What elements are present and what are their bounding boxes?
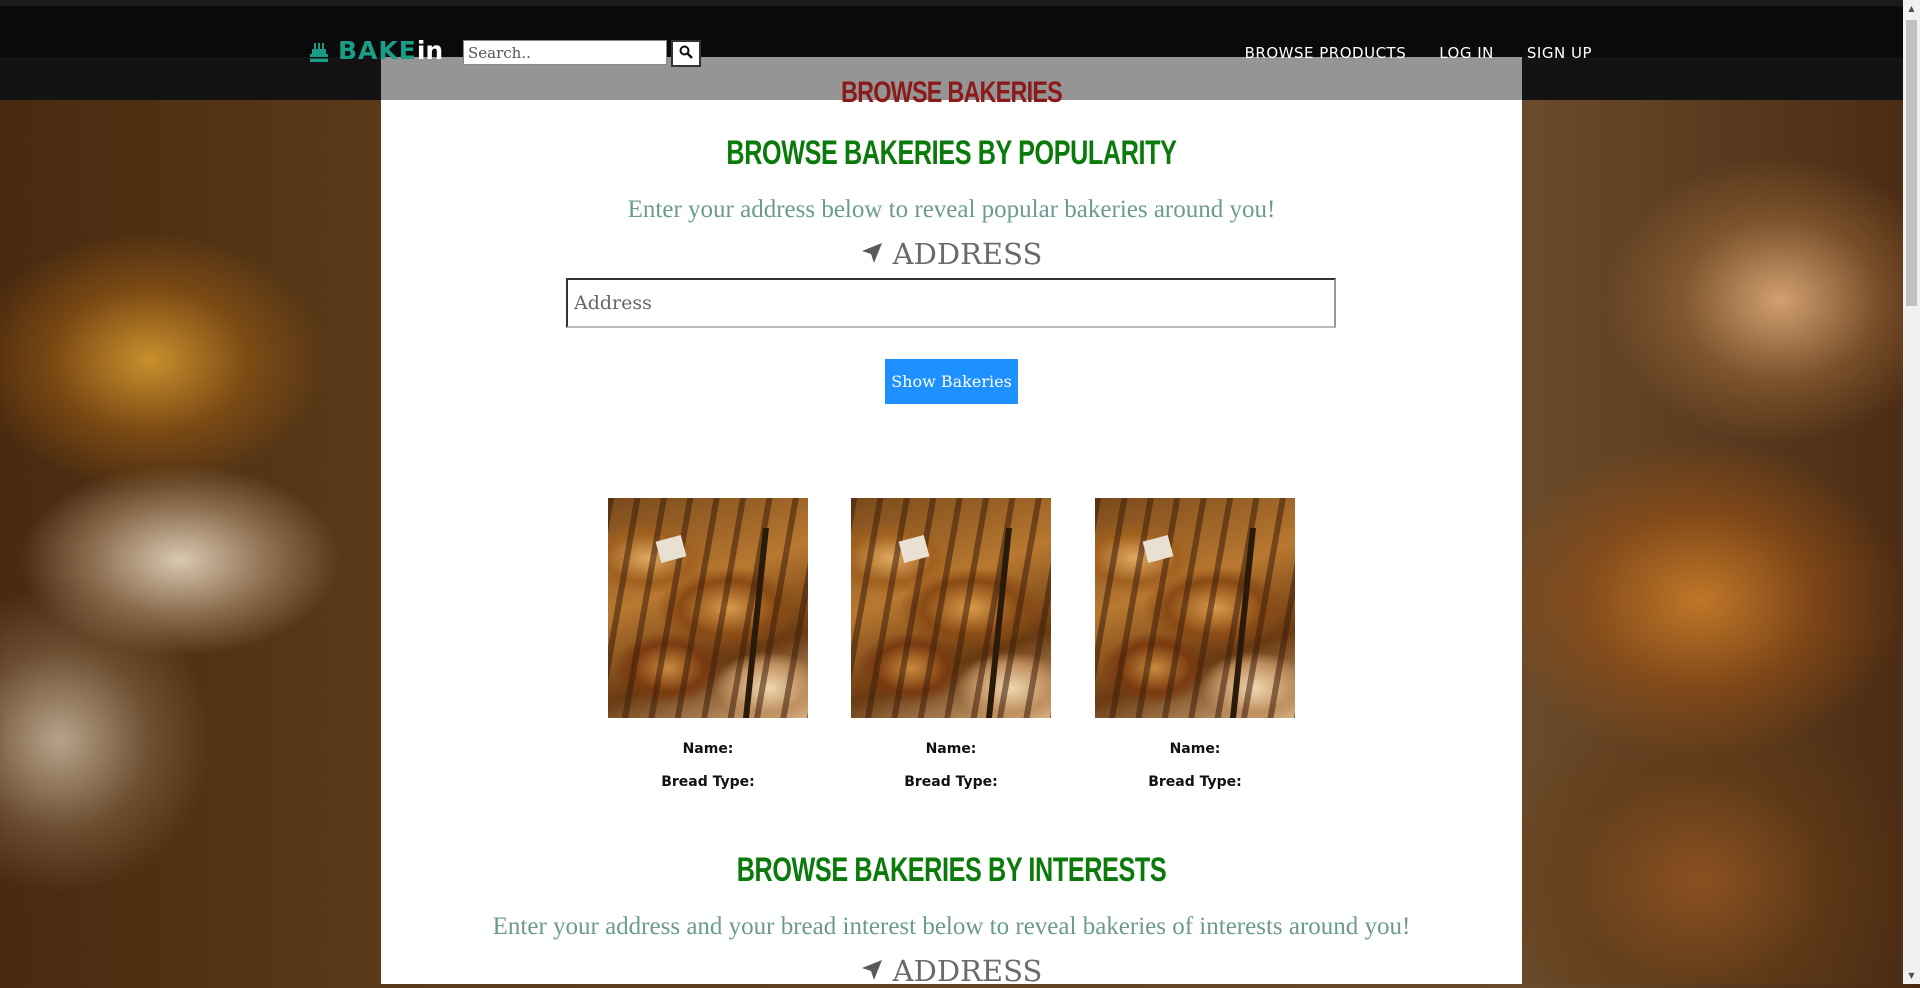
bakery-image [608,498,808,718]
interests-heading: BROWSE BAKERIES BY INTERESTS [736,851,1167,889]
page-scrollbar[interactable]: ▲ ▼ [1903,0,1920,984]
bakery-name-label: Name: [925,741,977,757]
nav-browse-products[interactable]: BROWSE PRODUCTS [1245,44,1407,62]
bakery-name-label: Name: [1169,741,1221,757]
popularity-heading: BROWSE BAKERIES BY POPULARITY [726,134,1177,172]
scroll-up-icon[interactable]: ▲ [1903,0,1920,17]
bakery-card[interactable]: Name: Bread Type: [851,498,1051,790]
scroll-down-icon[interactable]: ▼ [1903,967,1920,984]
cake-icon [308,40,330,62]
logo-text-in: in [416,36,444,65]
bakery-image [851,498,1051,718]
search-button[interactable] [671,40,701,67]
search-input[interactable] [463,40,667,65]
address-label-text: ADDRESS [892,954,1043,988]
bakery-card[interactable]: Name: Bread Type: [608,498,808,790]
location-arrow-icon [861,954,883,988]
search-bar [463,40,701,67]
address-label-text: ADDRESS [892,237,1043,271]
page-title: BROWSE BAKERIES [840,76,1063,109]
bakery-bread-type-label: Bread Type: [1148,774,1242,790]
nav-log-in[interactable]: LOG IN [1439,44,1494,62]
interests-address-label: ADDRESS [381,954,1522,988]
brand-logo[interactable]: BAKEin [308,36,443,65]
address-input[interactable] [566,278,1336,328]
popularity-intro: Enter your address below to reveal popul… [627,196,1276,223]
bakery-image [1095,498,1295,718]
nav-links: BROWSE PRODUCTS LOG IN SIGN UP [1245,44,1592,62]
logo-text-bake: BAKE [338,36,417,65]
bakery-bread-type-label: Bread Type: [661,774,755,790]
scrollbar-thumb[interactable] [1906,20,1917,306]
bakery-bread-type-label: Bread Type: [904,774,998,790]
show-bakeries-button[interactable]: Show Bakeries [885,359,1018,404]
bakery-card[interactable]: Name: Bread Type: [1095,498,1295,790]
nav-sign-up[interactable]: SIGN UP [1527,44,1592,62]
location-arrow-icon [861,237,883,271]
interests-intro: Enter your address and your bread intere… [492,913,1411,940]
search-icon [679,45,693,62]
popularity-address-label: ADDRESS [381,237,1522,271]
bakery-name-label: Name: [682,741,734,757]
